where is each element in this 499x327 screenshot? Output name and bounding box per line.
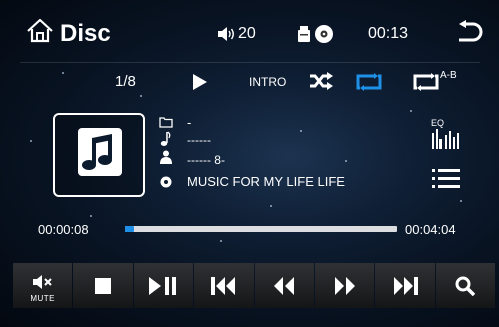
star-decoration [300,130,302,132]
repeat-ab-icon[interactable] [413,73,439,91]
search-button[interactable] [435,263,495,308]
progress-fill [125,226,134,232]
page-title: Disc [60,20,111,47]
fast-forward-icon [334,276,355,295]
volume-icon [217,27,235,41]
ab-repeat-label: A-B [440,70,457,81]
elapsed-time: 00:00:08 [38,222,89,237]
intro-button[interactable]: INTRO [249,75,286,89]
track-folder: - [187,115,192,130]
rewind-icon [274,276,295,295]
stop-icon [95,277,112,294]
shuffle-icon[interactable] [309,72,333,90]
star-decoration [140,95,142,97]
play-icon[interactable] [193,74,207,90]
total-time: 00:04:04 [405,222,456,237]
star-decoration [460,200,462,202]
album-art [53,113,145,197]
star-decoration [62,72,64,74]
rewind-button[interactable] [254,263,314,308]
top-bar: Disc 20 00:13 [0,0,499,62]
star-decoration [345,160,347,162]
skip-next-icon [393,276,418,295]
star-decoration [30,140,32,142]
track-artist: ------ 8- [187,153,225,167]
transport-controls: MUTE [13,263,495,308]
track-counter: 1/8 [115,73,136,90]
artist-icon [160,150,172,164]
search-icon [455,276,476,296]
star-decoration [270,205,272,207]
repeat-icon[interactable] [356,73,382,91]
star-decoration [220,240,222,242]
track-album: MUSIC FOR MY LIFE LIFE [187,174,345,189]
next-track-button[interactable] [375,263,435,308]
eq-label: EQ [431,118,445,128]
previous-track-button[interactable] [194,263,254,308]
song-note-icon [160,131,172,147]
mute-button[interactable]: MUTE [13,263,73,308]
folder-icon [159,116,173,128]
equalizer-icon[interactable] [431,129,463,149]
clock: 00:13 [368,25,409,42]
home-icon[interactable] [26,17,54,43]
star-decoration [90,215,92,217]
play-pause-button[interactable] [133,263,194,308]
music-note-icon [72,126,126,184]
stop-button[interactable] [73,263,133,308]
usb-disc-source-icon [297,24,337,44]
track-title: ------ [187,133,211,147]
fast-forward-button[interactable] [314,263,375,308]
header-divider [20,62,480,63]
back-icon[interactable] [453,20,483,44]
album-disc-icon [160,176,172,188]
star-decoration [410,110,412,112]
playlist-icon[interactable] [432,168,462,190]
skip-previous-icon [210,276,235,295]
volume-level: 20 [238,25,256,42]
play-pause-icon [149,276,177,295]
mute-icon [32,274,52,289]
car-media-player-screen: Disc 20 00:13 1/8 INTRO A-B - ------ ---… [0,0,499,327]
mute-label: MUTE [30,294,56,303]
progress-bar[interactable] [125,226,397,232]
